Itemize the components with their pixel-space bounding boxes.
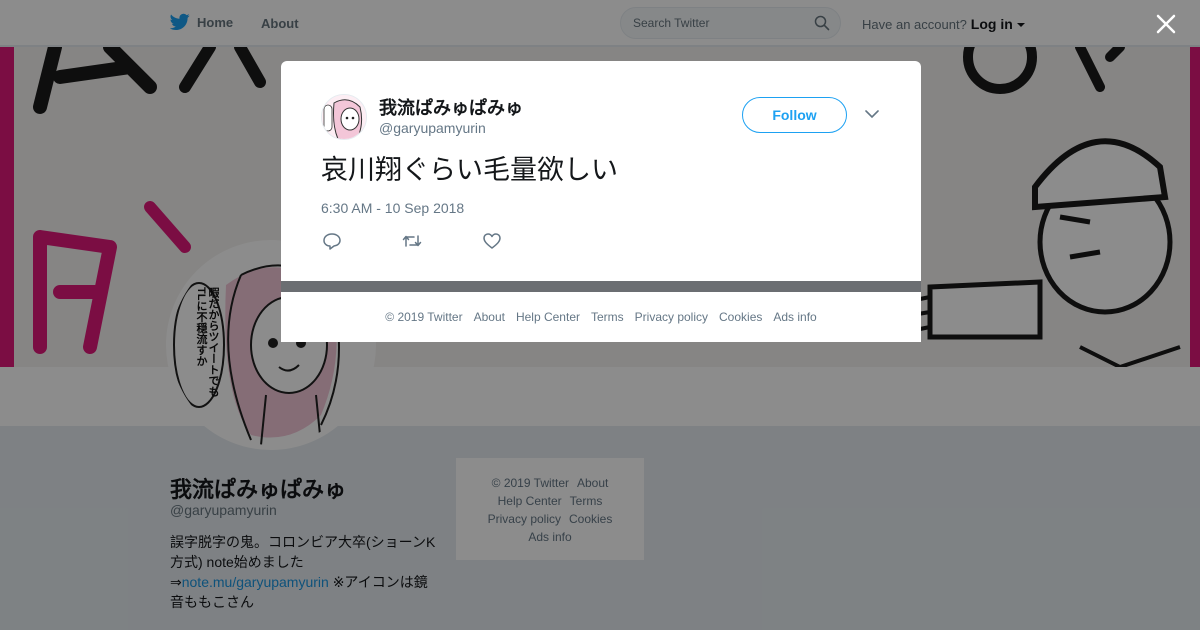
tweet-timestamp[interactable]: 6:30 AM - 10 Sep 2018 <box>321 200 464 216</box>
modal-footer-ads-link[interactable]: Ads info <box>773 310 816 324</box>
chevron-down-icon[interactable] <box>865 109 879 119</box>
tweet-author-name[interactable]: 我流ぱみゅぱみゅ <box>379 94 523 120</box>
follow-button[interactable]: Follow <box>742 97 847 133</box>
tweet-author-handle[interactable]: @garyupamyurin <box>379 120 486 136</box>
like-heart-icon[interactable] <box>482 232 502 250</box>
modal-footer-privacy-link[interactable]: Privacy policy <box>635 310 708 324</box>
modal-footer: © 2019 Twitter About Help Center Terms P… <box>281 292 921 342</box>
tweet-author-avatar[interactable] <box>321 94 367 140</box>
modal-footer-terms-link[interactable]: Terms <box>591 310 624 324</box>
tweet-avatar-illustration <box>322 95 366 139</box>
close-icon[interactable] <box>1154 12 1178 36</box>
modal-divider <box>281 281 921 292</box>
modal-footer-help-link[interactable]: Help Center <box>516 310 580 324</box>
modal-footer-cookies-link[interactable]: Cookies <box>719 310 762 324</box>
retweet-icon[interactable] <box>402 232 422 250</box>
modal-footer-about-link[interactable]: About <box>474 310 505 324</box>
tweet-text: 哀川翔ぐらい毛量欲しい <box>321 155 618 185</box>
modal-footer-copyright: © 2019 Twitter <box>385 309 463 324</box>
reply-icon[interactable] <box>322 232 342 250</box>
tweet-permalink-modal: 我流ぱみゅぱみゅ @garyupamyurin Follow 哀川翔ぐらい毛量欲… <box>281 61 921 281</box>
